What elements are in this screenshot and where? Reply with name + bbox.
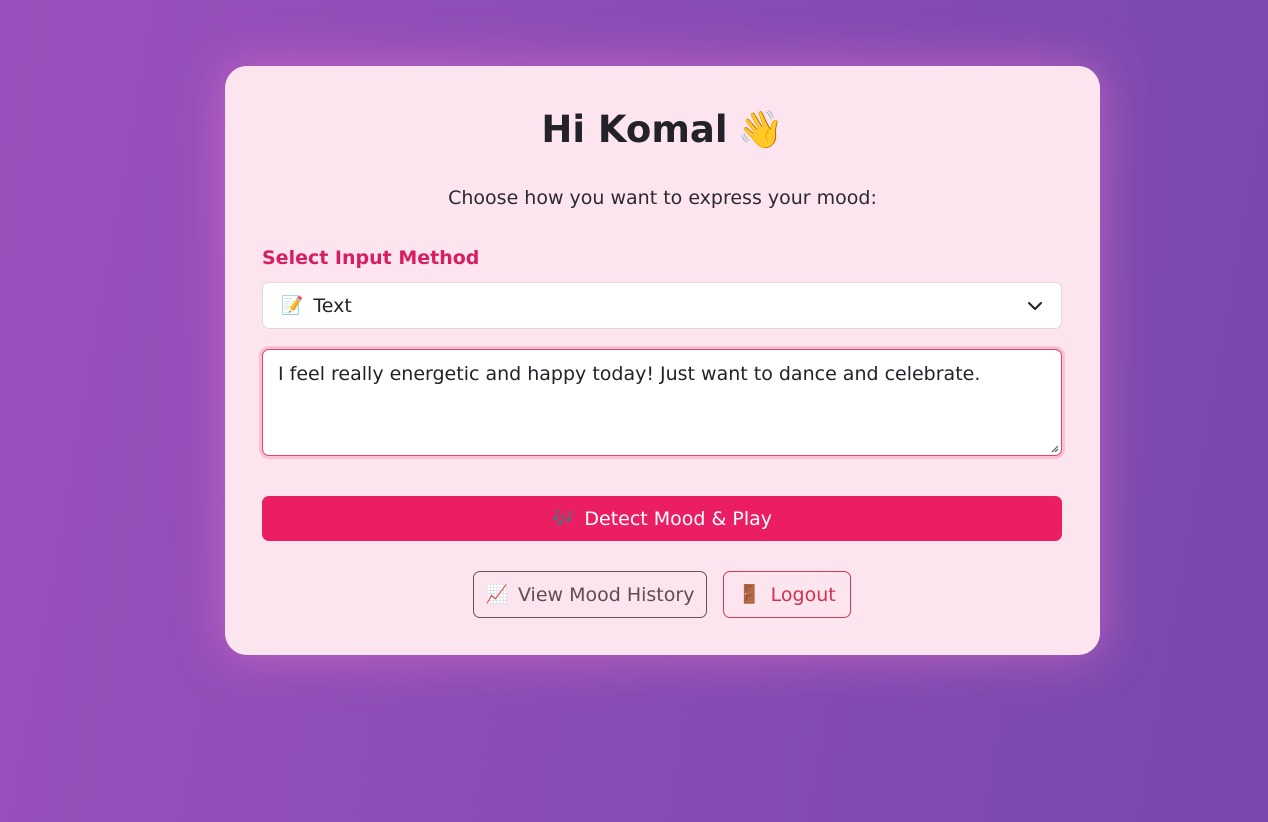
logout-button[interactable]: 🚪 Logout [723, 571, 851, 618]
input-method-select[interactable]: 📝 Text [262, 282, 1062, 329]
resize-handle-icon[interactable] [1049, 443, 1059, 453]
chevron-down-icon [1028, 301, 1042, 310]
input-method-label: Select Input Method [262, 247, 480, 269]
greeting-text: Hi Komal [541, 108, 728, 151]
logout-label: Logout [770, 583, 836, 606]
memo-icon: 📝 [281, 295, 304, 316]
mood-textarea[interactable]: I feel really energetic and happy today!… [262, 349, 1062, 456]
waving-hand-icon: 👋 [737, 108, 784, 151]
detect-mood-button[interactable]: 🎶 Detect Mood & Play [262, 496, 1062, 541]
mood-card: Hi Komal 👋 Choose how you want to express… [225, 66, 1100, 655]
input-method-value: Text [313, 294, 352, 317]
detect-mood-label: Detect Mood & Play [584, 507, 773, 530]
chart-increasing-icon: 📈 [485, 584, 508, 605]
subtitle: Choose how you want to express your mood… [448, 187, 877, 209]
view-mood-history-button[interactable]: 📈 View Mood History [473, 571, 707, 618]
view-mood-history-label: View Mood History [517, 583, 695, 606]
greeting-title: Hi Komal 👋 [225, 106, 1100, 154]
music-notes-icon: 🎶 [551, 508, 575, 529]
door-icon: 🚪 [738, 584, 761, 605]
mood-text-value: I feel really energetic and happy today!… [278, 363, 981, 385]
